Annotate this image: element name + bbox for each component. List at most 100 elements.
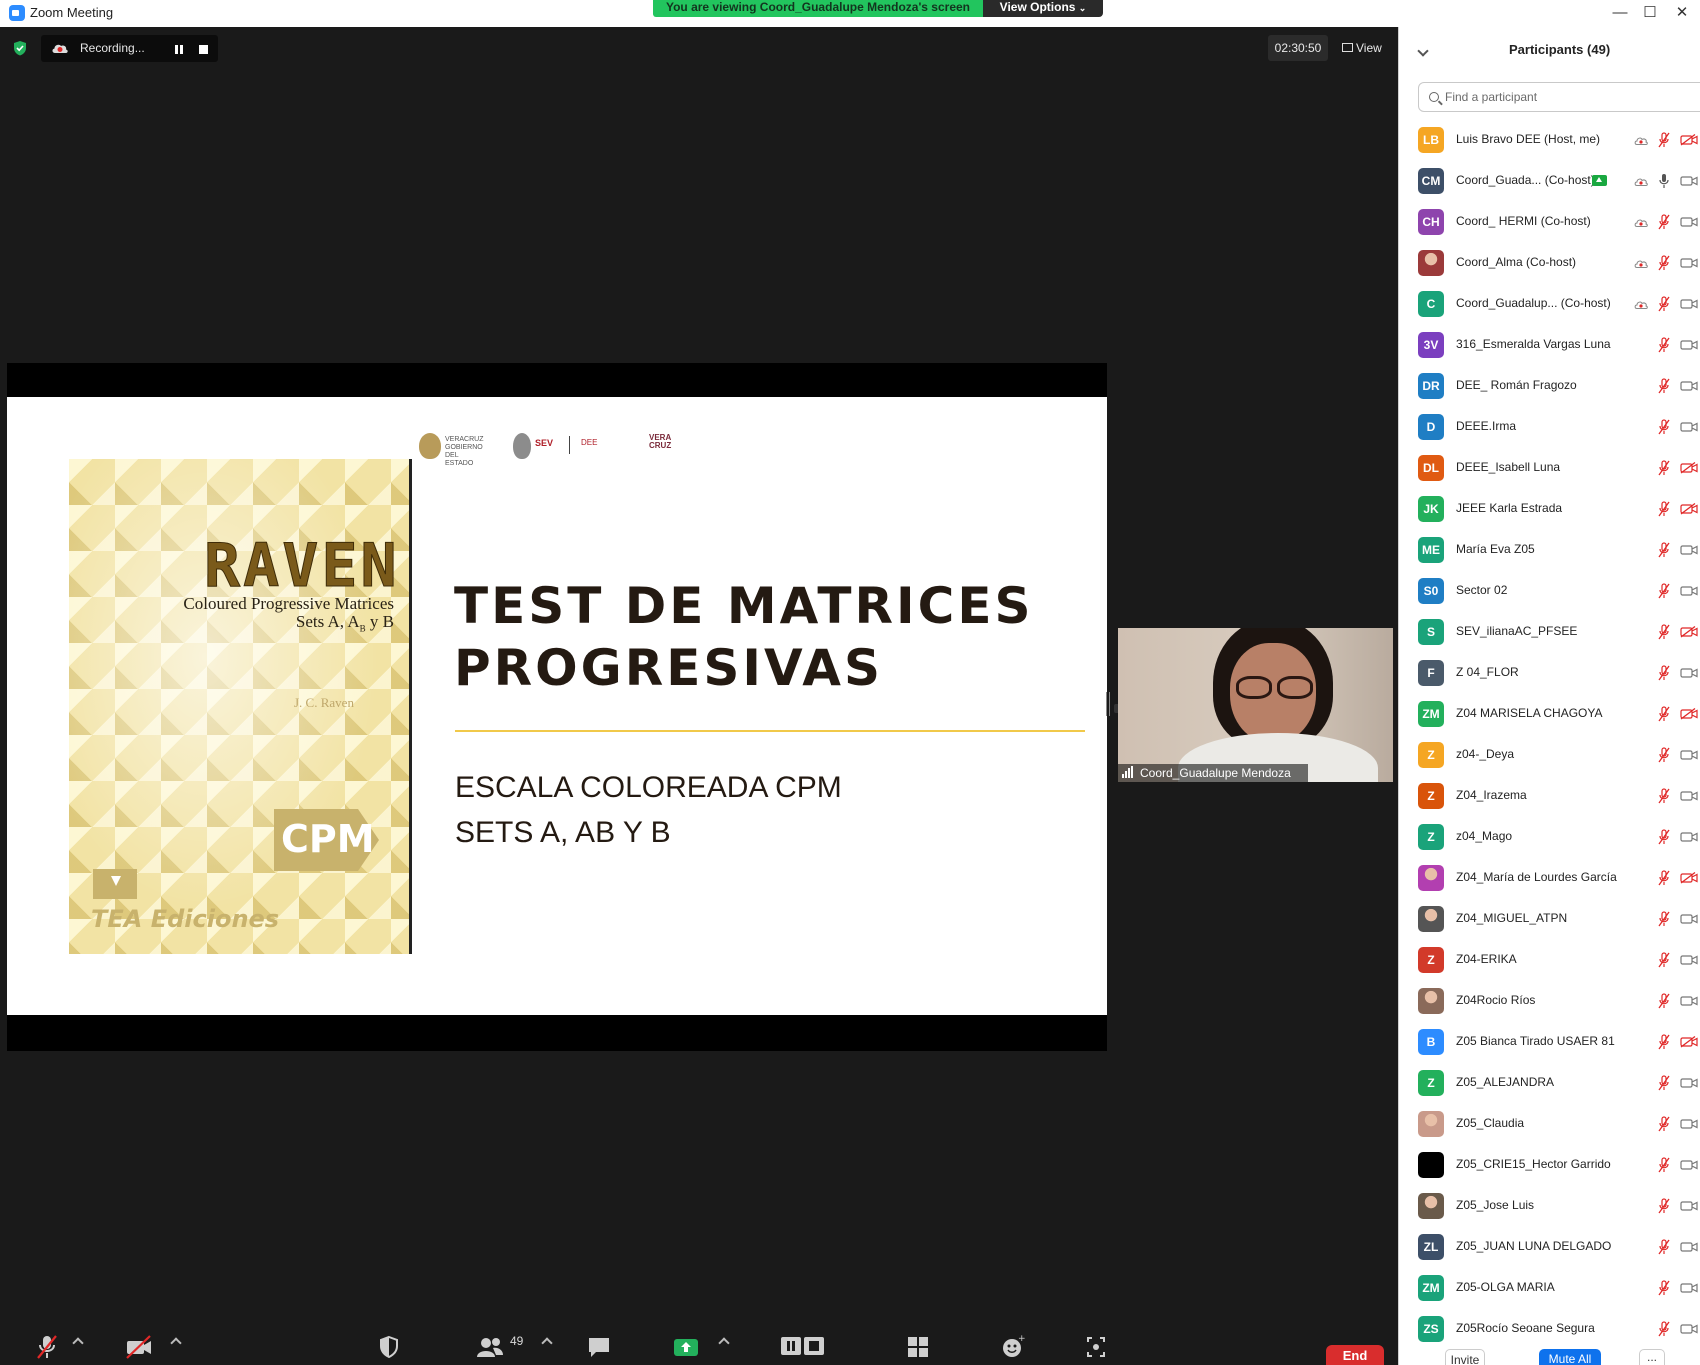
video-icon[interactable] — [1680, 544, 1698, 556]
mic-muted-icon[interactable] — [1658, 1116, 1670, 1132]
participant-row[interactable]: D DEEE.Irma — [1399, 408, 1700, 449]
video-icon[interactable] — [1680, 298, 1698, 310]
video-icon[interactable] — [1680, 1159, 1698, 1171]
video-icon[interactable] — [1680, 913, 1698, 925]
video-icon[interactable] — [1680, 257, 1698, 269]
participant-row[interactable]: ZM Z04 MARISELA CHAGOYA — [1399, 695, 1700, 736]
video-icon[interactable] — [1680, 380, 1698, 392]
mute-all-button[interactable]: Mute All — [1539, 1349, 1601, 1365]
video-icon[interactable] — [1680, 790, 1698, 802]
video-icon[interactable] — [1680, 1241, 1698, 1253]
video-icon[interactable] — [1680, 667, 1698, 679]
mic-muted-icon[interactable] — [1658, 583, 1670, 599]
participant-row[interactable]: Coord_Alma (Co-host) — [1399, 244, 1700, 285]
participant-row[interactable]: CH Coord_ HERMI (Co-host) — [1399, 203, 1700, 244]
video-icon[interactable] — [1680, 1323, 1698, 1335]
apps-icon[interactable] — [1084, 1333, 1108, 1361]
end-meeting-button[interactable]: End — [1326, 1345, 1384, 1365]
video-icon[interactable] — [1680, 1077, 1698, 1089]
mic-muted-icon[interactable] — [1658, 542, 1670, 558]
participant-row[interactable]: ME María Eva Z05 — [1399, 531, 1700, 572]
mic-muted-icon[interactable] — [1658, 665, 1670, 681]
pause-recording-icon[interactable] — [174, 45, 184, 54]
mic-muted-icon[interactable] — [1658, 296, 1670, 312]
mic-muted-icon[interactable] — [1658, 1157, 1670, 1173]
view-button[interactable]: View — [1340, 38, 1382, 58]
video-icon[interactable] — [1680, 995, 1698, 1007]
mic-muted-icon[interactable] — [1658, 993, 1670, 1009]
mic-muted-icon[interactable] — [1658, 255, 1670, 271]
video-icon[interactable] — [1680, 585, 1698, 597]
participant-row[interactable]: CM Coord_Guada... (Co-host) — [1399, 162, 1700, 203]
video-off-icon[interactable] — [1680, 134, 1698, 146]
participant-row[interactable]: S0 Sector 02 — [1399, 572, 1700, 613]
mic-muted-icon[interactable] — [1658, 624, 1670, 640]
mic-muted-icon[interactable] — [1658, 829, 1670, 845]
speaker-video[interactable]: Coord_Guadalupe Mendoza — [1118, 628, 1393, 782]
video-icon[interactable] — [1680, 339, 1698, 351]
invite-button[interactable]: Invite — [1445, 1349, 1485, 1365]
mic-muted-icon[interactable] — [1658, 378, 1670, 394]
share-screen-icon[interactable] — [672, 1333, 700, 1361]
participant-row[interactable]: Zz04_Mago — [1399, 818, 1700, 859]
maximize-button[interactable]: ☐ — [1632, 2, 1668, 24]
participant-row[interactable]: F Z 04_FLOR — [1399, 654, 1700, 695]
mic-muted-icon[interactable] — [1658, 337, 1670, 353]
chat-icon[interactable] — [586, 1333, 612, 1361]
participant-row[interactable]: 3V 316_Esmeralda Vargas Luna — [1399, 326, 1700, 367]
view-options-button[interactable]: View Options ⌄ — [983, 0, 1103, 17]
video-off-icon[interactable] — [1680, 626, 1698, 638]
mic-muted-icon[interactable] — [1658, 460, 1670, 476]
video-off-icon[interactable] — [1680, 503, 1698, 515]
video-icon[interactable] — [1680, 1282, 1698, 1294]
video-icon[interactable] — [1680, 954, 1698, 966]
participant-row[interactable]: C Coord_Guadalup... (Co-host) — [1399, 285, 1700, 326]
video-icon[interactable] — [1680, 175, 1698, 187]
close-window-button[interactable]: ✕ — [1664, 2, 1700, 24]
video-off-icon[interactable] — [1680, 872, 1698, 884]
mic-muted-icon[interactable] — [1658, 132, 1670, 148]
mic-muted-icon[interactable] — [1658, 1239, 1670, 1255]
mic-muted-icon[interactable] — [1658, 214, 1670, 230]
mic-muted-icon[interactable] — [1658, 747, 1670, 763]
participant-row[interactable]: Z05_Jose Luis — [1399, 1187, 1700, 1228]
collapse-panel-icon[interactable] — [1417, 45, 1429, 57]
participant-row[interactable]: JK JEEE Karla Estrada — [1399, 490, 1700, 531]
participant-row[interactable]: ZM Z05-OLGA MARIA — [1399, 1269, 1700, 1310]
participant-row[interactable]: Z Z04-ERIKA — [1399, 941, 1700, 982]
video-icon[interactable] — [1680, 1118, 1698, 1130]
video-icon[interactable] — [1680, 831, 1698, 843]
mic-muted-icon[interactable] — [1658, 1321, 1670, 1337]
find-participant-input[interactable] — [1445, 88, 1685, 106]
mic-muted-icon[interactable] — [1658, 870, 1670, 886]
mic-muted-icon[interactable] — [1658, 706, 1670, 722]
video-icon[interactable] — [1680, 749, 1698, 761]
reactions-icon[interactable]: + — [1000, 1333, 1026, 1361]
participant-row[interactable]: Z05_CRIE15_Hector Garrido — [1399, 1146, 1700, 1187]
video-off-icon[interactable] — [1680, 708, 1698, 720]
mic-muted-icon[interactable] — [34, 1333, 60, 1361]
video-off-icon[interactable] — [1680, 1036, 1698, 1048]
mic-muted-icon[interactable] — [1658, 419, 1670, 435]
video-options-caret[interactable] — [170, 1337, 182, 1349]
mic-icon[interactable] — [1658, 173, 1670, 189]
participant-row[interactable]: Z05_Claudia — [1399, 1105, 1700, 1146]
pause-stop-recording-icon[interactable] — [780, 1333, 826, 1361]
video-off-icon[interactable] — [1680, 462, 1698, 474]
more-options-button[interactable]: ... — [1639, 1349, 1665, 1365]
shared-screen[interactable]: VERACRUZ GOBIERNO DEL ESTADO SEV DEE VER… — [7, 363, 1107, 1051]
video-icon[interactable] — [1680, 421, 1698, 433]
video-off-icon[interactable] — [124, 1333, 154, 1361]
participant-row[interactable]: Z04_María de Lourdes García — [1399, 859, 1700, 900]
breakout-rooms-icon[interactable] — [906, 1333, 930, 1361]
security-icon[interactable] — [378, 1333, 400, 1361]
participant-row[interactable]: DL DEEE_Isabell Luna — [1399, 449, 1700, 490]
video-icon[interactable] — [1680, 216, 1698, 228]
participant-row[interactable]: DR DEE_ Román Fragozo — [1399, 367, 1700, 408]
find-participant-field[interactable] — [1418, 82, 1700, 112]
video-panel-splitter[interactable] — [1106, 692, 1110, 716]
participant-row[interactable]: Z Z05_ALEJANDRA — [1399, 1064, 1700, 1105]
participant-row[interactable]: B Z05 Bianca Tirado USAER 81 — [1399, 1023, 1700, 1064]
participant-row[interactable]: LB Luis Bravo DEE (Host, me) — [1399, 121, 1700, 162]
mic-muted-icon[interactable] — [1658, 911, 1670, 927]
